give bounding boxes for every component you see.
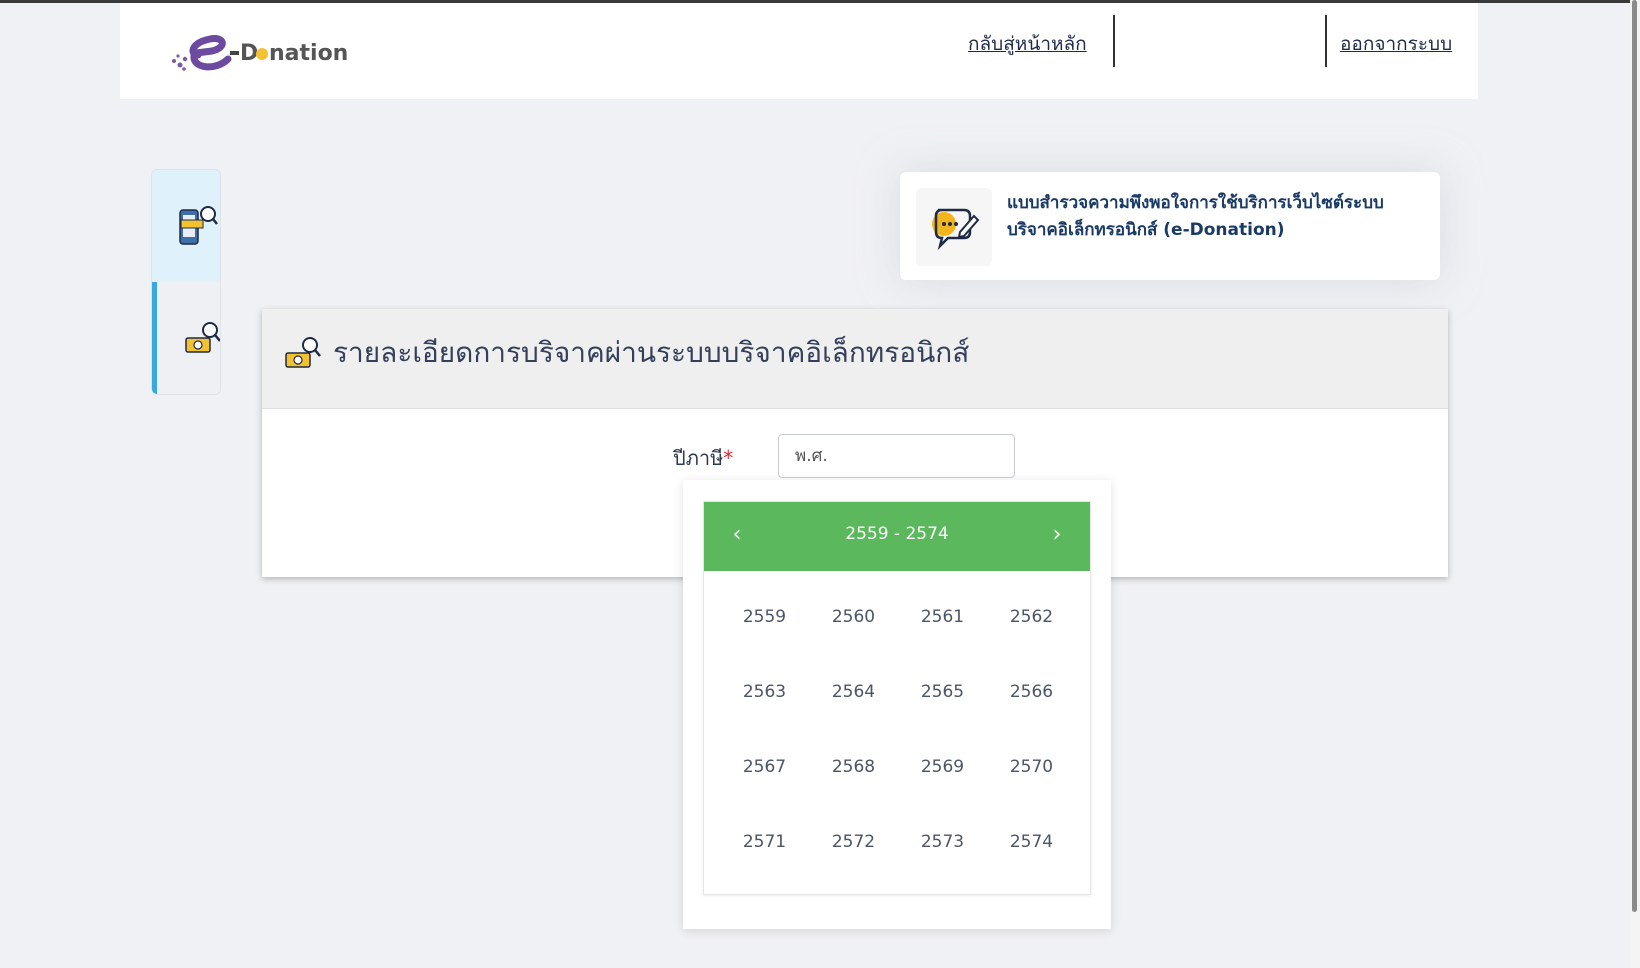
tax-year-label: ปีภาษี* xyxy=(673,442,733,474)
survey-icon-box xyxy=(916,188,992,266)
money-search-icon xyxy=(285,337,321,368)
edonation-logo[interactable]: D nation xyxy=(170,25,360,77)
sidenav-item-donation-details[interactable] xyxy=(152,282,220,394)
donate-phone-search-icon xyxy=(179,206,218,245)
survey-link-text[interactable]: แบบสำรวจความพึงพอใจการใช้บริการเว็บไซต์ร… xyxy=(1007,190,1417,244)
sidenav-item-donate[interactable] xyxy=(152,170,220,282)
svg-text:D: D xyxy=(240,41,258,66)
page-title: รายละเอียดการบริจาคผ่านระบบบริจาคอิเล็กท… xyxy=(333,336,970,369)
scrollbar-thumb[interactable] xyxy=(1632,0,1637,912)
year-option[interactable]: 2563 xyxy=(720,672,809,712)
year-option[interactable]: 2572 xyxy=(809,822,898,862)
year-option[interactable]: 2567 xyxy=(720,747,809,787)
survey-card[interactable]: แบบสำรวจความพึงพอใจการใช้บริการเว็บไซต์ร… xyxy=(900,172,1440,280)
year-picker: ‹ 2559 - 2574 › 2559 2560 2561 2562 2563 2564… xyxy=(703,501,1091,895)
year-picker-header: ‹ 2559 - 2574 › xyxy=(704,502,1090,571)
year-option[interactable]: 2566 xyxy=(987,672,1076,712)
tax-year-label-text: ปีภาษี xyxy=(673,446,724,470)
year-option[interactable]: 2559 xyxy=(720,597,809,637)
year-option[interactable]: 2564 xyxy=(809,672,898,712)
back-home-link[interactable]: กลับสู่หน้าหลัก xyxy=(968,29,1087,59)
year-range-label[interactable]: 2559 - 2574 xyxy=(704,524,1090,544)
year-option[interactable]: 2569 xyxy=(898,747,987,787)
nav-divider xyxy=(1113,15,1115,67)
site-header: D nation กลับสู่หน้าหลัก ออกจากระบบ xyxy=(120,3,1478,99)
chat-edit-icon xyxy=(932,208,980,251)
money-search-icon xyxy=(185,322,220,353)
panel-header: รายละเอียดการบริจาคผ่านระบบบริจาคอิเล็กท… xyxy=(262,309,1448,409)
nav-divider xyxy=(1325,15,1327,67)
next-range-button[interactable]: › xyxy=(1042,522,1072,547)
year-option[interactable]: 2571 xyxy=(720,822,809,862)
year-picker-popup: ‹ 2559 - 2574 › 2559 2560 2561 2562 2563 2564… xyxy=(683,480,1111,929)
logout-link[interactable]: ออกจากระบบ xyxy=(1340,29,1452,59)
year-option[interactable]: 2560 xyxy=(809,597,898,637)
side-navigation xyxy=(151,169,221,395)
year-option[interactable]: 2570 xyxy=(987,747,1076,787)
year-option[interactable]: 2561 xyxy=(898,597,987,637)
tax-year-input[interactable] xyxy=(778,434,1015,478)
year-option[interactable]: 2574 xyxy=(987,822,1076,862)
svg-text:nation: nation xyxy=(269,41,348,66)
required-mark: * xyxy=(723,446,734,470)
year-option[interactable]: 2565 xyxy=(898,672,987,712)
year-option[interactable]: 2568 xyxy=(809,747,898,787)
year-option[interactable]: 2562 xyxy=(987,597,1076,637)
year-option[interactable]: 2573 xyxy=(898,822,987,862)
